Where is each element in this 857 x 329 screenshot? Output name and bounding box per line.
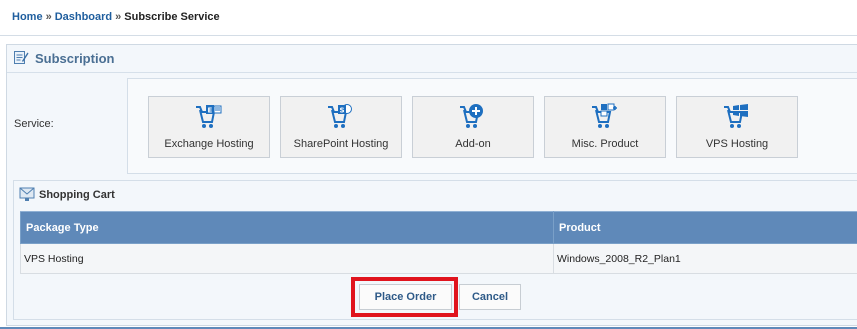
shopping-cart-icon: [19, 186, 35, 205]
column-header-package-type[interactable]: Package Type: [20, 211, 554, 244]
tile-label: VPS Hosting: [705, 138, 769, 150]
service-tile-sharepoint-hosting[interactable]: S SharePoint Hosting: [280, 96, 402, 158]
table-row: VPS Hosting Windows_2008_R2_Plan1: [20, 243, 857, 274]
breadcrumb-separator: »: [45, 11, 52, 23]
service-tile-add-on[interactable]: Add-on: [412, 96, 534, 158]
subscription-title: Subscription: [35, 51, 115, 66]
column-header-product[interactable]: Product: [553, 211, 857, 244]
cell-package-type: VPS Hosting: [20, 243, 554, 274]
tile-label: SharePoint Hosting: [293, 138, 389, 150]
misc-product-cart-icon: [590, 103, 620, 133]
shopping-cart-header: Shopping Cart: [14, 181, 857, 209]
service-tile-vps-hosting[interactable]: VPS Hosting: [676, 96, 798, 158]
vps-cart-icon: [722, 103, 752, 133]
exchange-cart-icon: E: [194, 103, 224, 133]
breadcrumb-home-link[interactable]: Home: [12, 11, 43, 23]
breadcrumb: Home» Dashboard» Subscribe Service: [0, 0, 857, 36]
subscription-header: Subscription: [7, 45, 857, 73]
breadcrumb-current: Subscribe Service: [124, 11, 220, 23]
cell-product: Windows_2008_R2_Plan1: [553, 243, 857, 274]
cart-table: Package Type Product VPS Hosting Windows…: [20, 211, 857, 274]
shopping-cart-title: Shopping Cart: [39, 189, 115, 201]
sharepoint-cart-icon: S: [326, 103, 356, 133]
svg-text:E: E: [208, 107, 213, 115]
edit-form-icon: [13, 49, 29, 68]
tile-label: Misc. Product: [571, 138, 639, 150]
addon-cart-icon: [458, 103, 488, 133]
cancel-button[interactable]: Cancel: [459, 284, 521, 310]
service-label: Service:: [14, 118, 54, 130]
service-options: E Exchange Hosting S SharePoint Hosting …: [127, 78, 857, 174]
place-order-highlight: [351, 277, 458, 317]
tile-label: Exchange Hosting: [164, 138, 254, 150]
tile-label: Add-on: [455, 138, 491, 150]
service-tile-exchange-hosting[interactable]: E Exchange Hosting: [148, 96, 270, 158]
breadcrumb-separator: »: [115, 11, 122, 23]
cart-table-header-row: Package Type Product: [20, 211, 857, 244]
svg-text:S: S: [340, 107, 345, 115]
service-tile-misc-product[interactable]: Misc. Product: [544, 96, 666, 158]
breadcrumb-dashboard-link[interactable]: Dashboard: [55, 11, 112, 23]
service-row: Service: E Exchange Hosting S SharePoint…: [7, 78, 857, 174]
